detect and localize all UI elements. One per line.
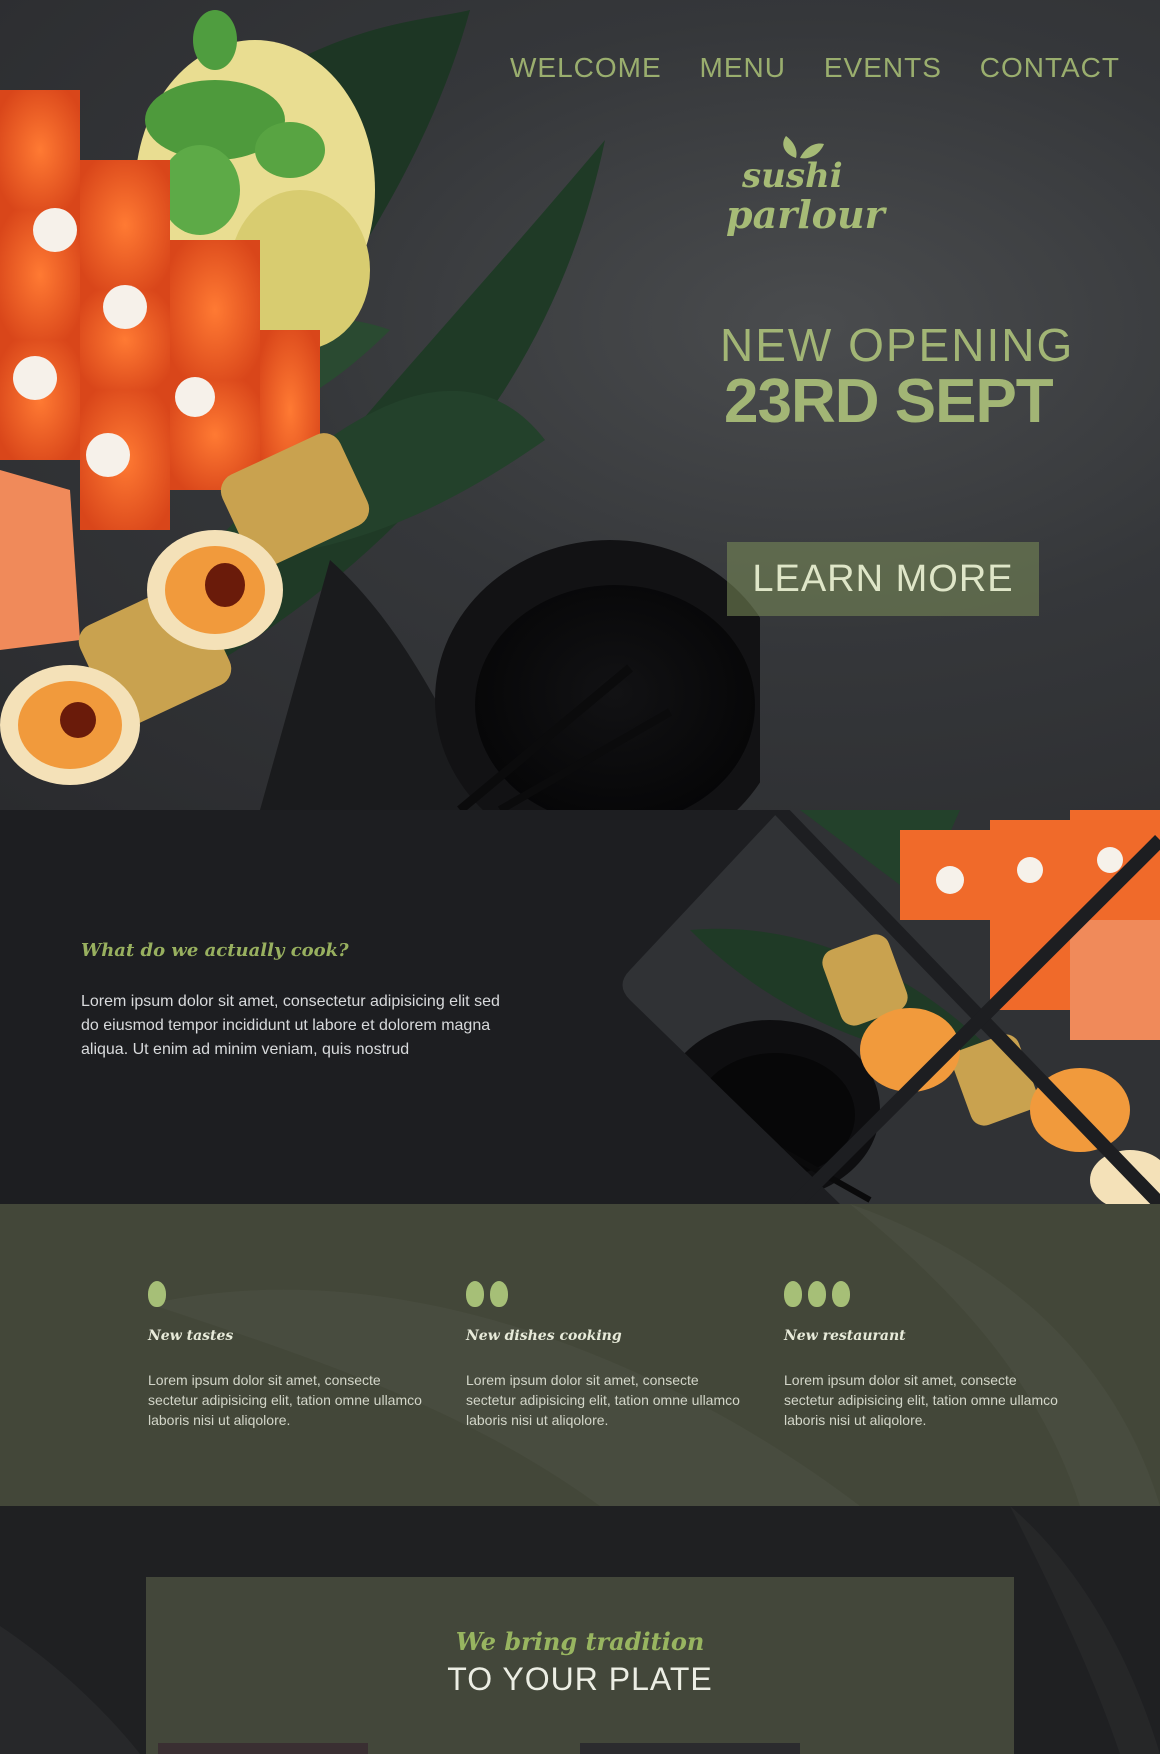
logo-line2: parlour [726,192,885,237]
hero-sushi-image [0,10,760,810]
hero-headline: NEW OPENING [720,319,1075,371]
about-section: What do we actually cook? Lorem ipsum do… [0,810,1160,1204]
about-text: Lorem ipsum dolor sit amet, consectetur … [81,993,500,1058]
feature-title: New restaurant [784,1328,906,1344]
quote-icon [466,1281,508,1309]
feature-text: Lorem ipsum dolor sit amet, consecte sec… [784,1372,1058,1428]
nav-item-events[interactable]: EVENTS [824,52,942,84]
main-nav: WELCOME MENU EVENTS CONTACT [510,48,1120,88]
nav-item-contact[interactable]: CONTACT [980,52,1120,84]
leaf-watermark [0,1204,1160,1506]
logo-line1: sushi [742,156,843,196]
plate-image [580,1743,800,1754]
quote-icon [784,1281,850,1309]
hero-section: WELCOME MENU EVENTS CONTACT sushi parlou… [0,0,1160,810]
sushi-parlour-logo[interactable]: sushi parlour [720,136,885,248]
feature-text: Lorem ipsum dolor sit amet, consecte sec… [466,1372,740,1428]
sushi-collage-image [622,810,1160,1204]
hero-date: 23RD SEPT [724,367,1054,436]
feature-title: New dishes cooking [466,1328,622,1344]
nav-item-menu[interactable]: MENU [700,52,786,84]
feature-title: New tastes [148,1328,234,1344]
learn-more-button[interactable]: LEARN MORE [727,542,1039,616]
tradition-title: TO YOUR PLATE [447,1661,713,1697]
tradition-banner: We bring tradition TO YOUR PLATE [146,1577,1014,1754]
feature-text: Lorem ipsum dolor sit amet, consecte sec… [148,1372,422,1428]
features-section: New tastes Lorem ipsum dolor sit amet, c… [0,1204,1160,1506]
quote-icon [148,1281,166,1309]
about-title: What do we actually cook? [81,940,349,961]
nav-item-welcome[interactable]: WELCOME [510,52,662,84]
tradition-subtitle: We bring tradition [455,1627,705,1656]
plate-image [158,1743,368,1754]
